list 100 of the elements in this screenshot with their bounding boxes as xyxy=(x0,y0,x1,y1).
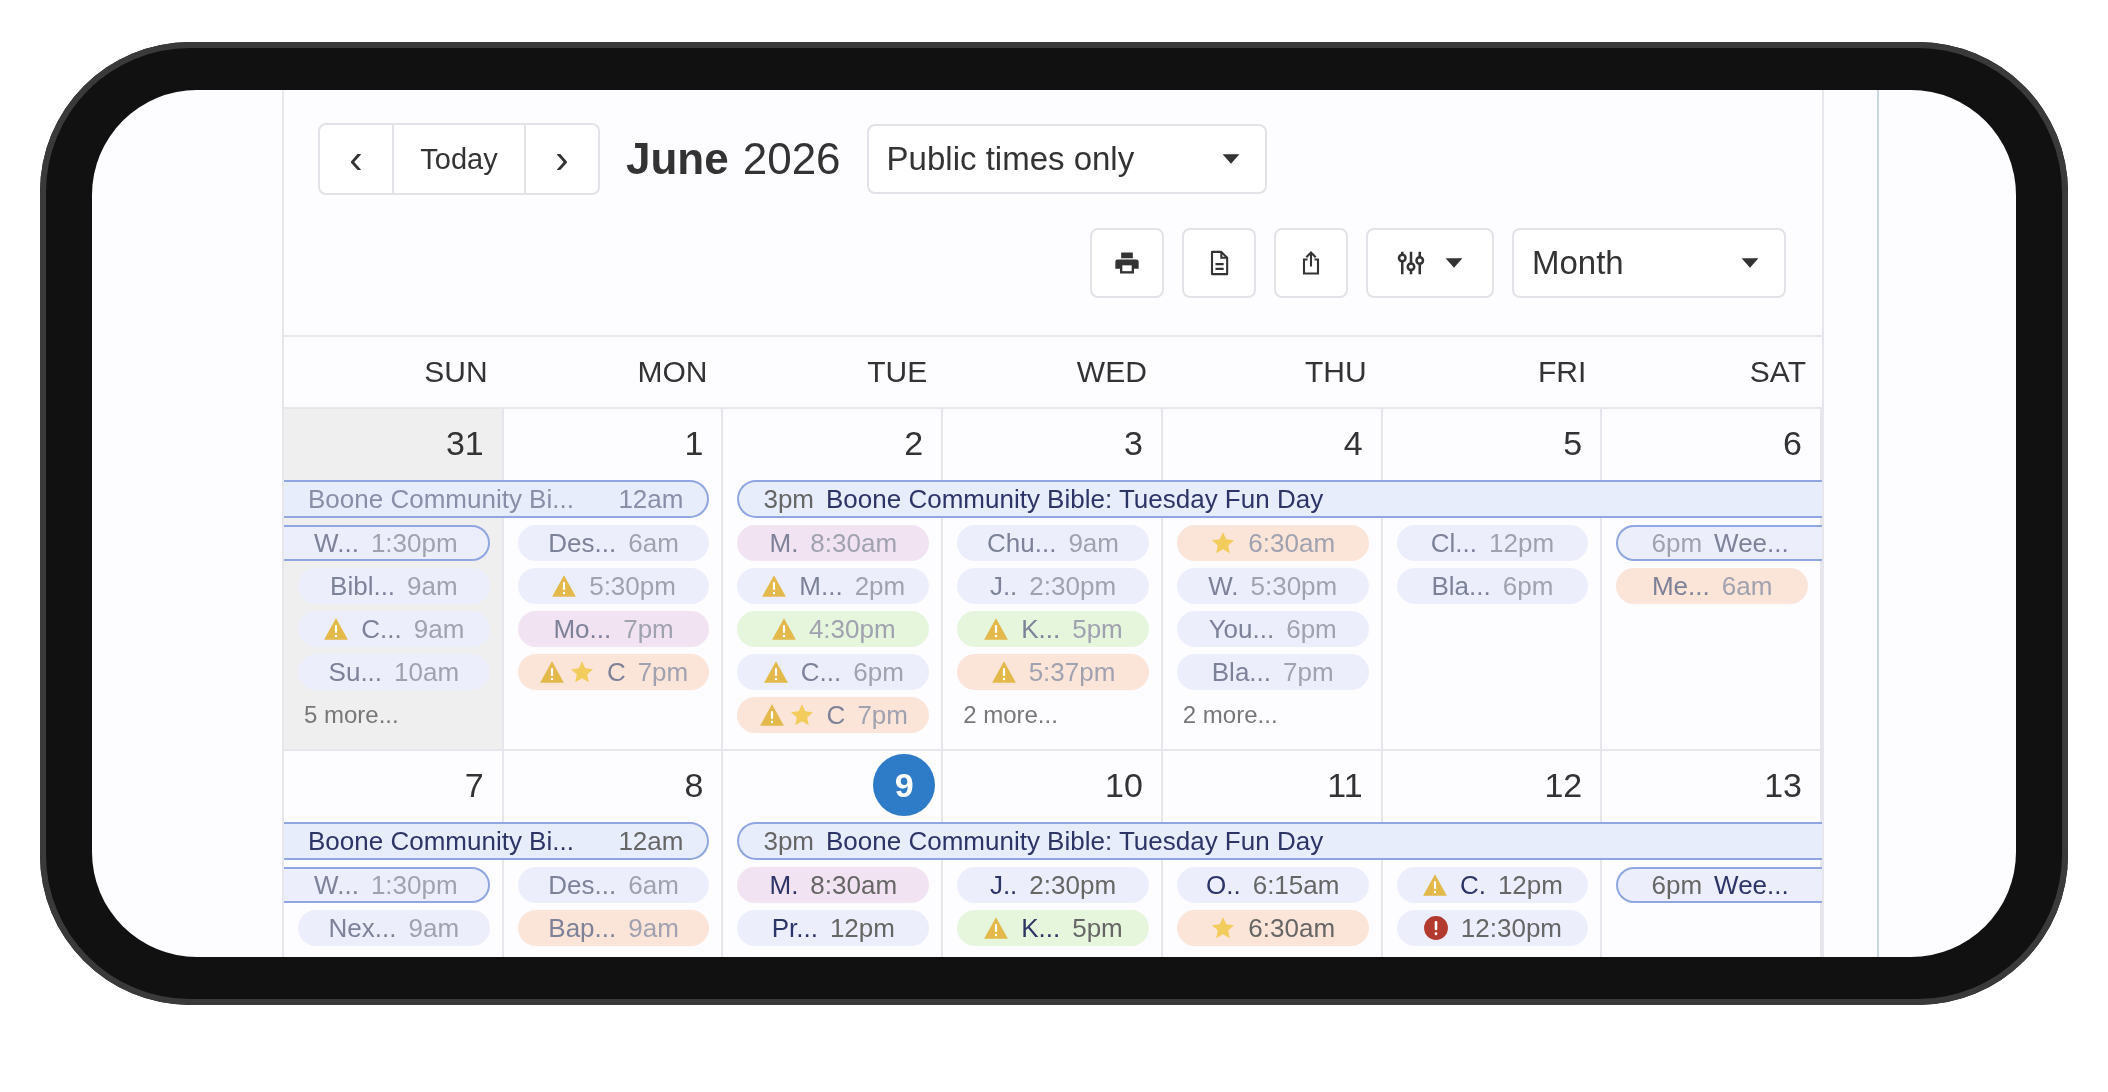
weekday-label: MON xyxy=(637,355,708,389)
print-button[interactable] xyxy=(1090,228,1164,298)
event-title: C. xyxy=(1459,869,1486,901)
more-link[interactable]: 5 more... xyxy=(304,701,399,729)
event-time: 3pm xyxy=(763,825,814,857)
event-chip[interactable]: Me... 6am xyxy=(1616,568,1808,604)
previous-button[interactable]: ‹ xyxy=(320,125,392,193)
event-title: W. xyxy=(1208,570,1239,602)
event-chip[interactable]: Su... 10am xyxy=(298,654,490,690)
event-title: Boone Community Bible: Tuesday Fun Day xyxy=(826,825,1324,857)
event-time: 1:30pm xyxy=(370,869,458,901)
day-number[interactable]: 13 xyxy=(1764,765,1802,805)
event-chip[interactable]: W... 1:30pm xyxy=(284,867,490,903)
event-title: C... xyxy=(800,656,842,688)
visibility-dropdown[interactable]: Public times only xyxy=(866,124,1267,194)
day-number[interactable]: 6 xyxy=(1783,423,1802,463)
event-chip[interactable]: C 7pm xyxy=(517,654,710,690)
event-title: M... xyxy=(799,570,843,602)
event-time: 5:30pm xyxy=(1250,570,1338,602)
event-title: M. xyxy=(769,869,799,901)
more-link[interactable]: 2 more... xyxy=(963,701,1058,729)
event-time: 6:30am xyxy=(1248,527,1336,559)
event-chip[interactable]: K... 5pm xyxy=(957,611,1149,647)
settings-dropdown[interactable] xyxy=(1366,228,1494,298)
today-button[interactable]: Today xyxy=(392,125,526,193)
event-chip[interactable]: Nex... 9am xyxy=(298,910,490,946)
event-bar[interactable]: 3pm Boone Community Bible: Tuesday Fun Day xyxy=(737,480,1822,518)
event-chip[interactable]: Des... 6am xyxy=(517,525,710,561)
day-number[interactable]: 11 xyxy=(1327,765,1363,805)
event-title: M. xyxy=(769,527,799,559)
event-chip[interactable]: Des... 6am xyxy=(517,867,710,903)
event-bar[interactable]: Boone Community Bi... 12am xyxy=(284,480,710,518)
event-title: Nex... xyxy=(328,912,397,944)
event-chip[interactable]: 4:30pm xyxy=(737,611,930,647)
event-chip[interactable]: K... 5pm xyxy=(957,910,1149,946)
event-chip[interactable]: W. 5:30pm xyxy=(1176,568,1369,604)
event-time: 2pm xyxy=(854,570,906,602)
event-time: 1:30pm xyxy=(370,527,458,559)
event-time: 5pm xyxy=(1072,912,1123,944)
day-number[interactable]: 3 xyxy=(1123,423,1143,463)
event-chip[interactable]: M... 2pm xyxy=(737,568,930,604)
event-chip[interactable]: Cl... 12pm xyxy=(1396,525,1589,561)
event-chip[interactable]: 6pm Wee... xyxy=(1616,525,1822,561)
weekday-label: TUE xyxy=(867,355,928,389)
event-time: 9am xyxy=(628,912,679,944)
month-title: June xyxy=(626,134,729,184)
event-chip[interactable]: You... 6pm xyxy=(1176,611,1369,647)
event-chip[interactable]: Mo... 7pm xyxy=(517,611,710,647)
day-number[interactable]: 12 xyxy=(1544,765,1583,805)
event-time: 5pm xyxy=(1072,613,1123,645)
view-dropdown[interactable]: Month xyxy=(1512,228,1786,298)
event-chip[interactable]: Pr... 12pm xyxy=(737,910,930,946)
day-number[interactable]: 9 xyxy=(873,754,936,816)
event-time: 7pm xyxy=(1283,656,1334,688)
event-chip[interactable]: Bla... 7pm xyxy=(1176,654,1369,690)
event-chip[interactable]: C. 12pm xyxy=(1396,867,1589,903)
event-chip[interactable]: C 7pm xyxy=(737,697,930,733)
event-chip[interactable]: 6:30am xyxy=(1176,910,1369,946)
event-chip[interactable]: Bap... 9am xyxy=(517,910,710,946)
event-chip[interactable]: M. 8:30am xyxy=(737,867,930,903)
event-time: 6:30am xyxy=(1248,912,1336,944)
day-number[interactable]: 10 xyxy=(1105,765,1143,805)
event-title: W... xyxy=(314,527,359,559)
day-number[interactable]: 8 xyxy=(684,765,704,805)
event-chip[interactable]: Chu... 9am xyxy=(957,525,1149,561)
event-title: K... xyxy=(1021,912,1061,944)
event-title: C xyxy=(606,656,626,688)
event-chip[interactable]: 12:30pm xyxy=(1396,910,1589,946)
event-chip[interactable]: C... 6pm xyxy=(737,654,930,690)
event-chip[interactable]: J.. 2:30pm xyxy=(957,568,1149,604)
event-time: 4:30pm xyxy=(808,613,896,645)
next-button[interactable]: › xyxy=(526,125,598,193)
caret-icon xyxy=(1444,257,1464,269)
event-chip[interactable]: Bla... 6pm xyxy=(1396,568,1589,604)
more-link[interactable]: 2 more... xyxy=(1182,701,1278,729)
event-chip[interactable]: J.. 2:30pm xyxy=(957,867,1149,903)
event-chip[interactable]: Bibl... 9am xyxy=(298,568,490,604)
caret-icon xyxy=(1740,257,1760,269)
day-number[interactable]: 4 xyxy=(1343,423,1363,463)
event-bar[interactable]: 3pm Boone Community Bible: Tuesday Fun Day xyxy=(737,822,1822,860)
event-title: Wee... xyxy=(1714,527,1789,559)
event-title: K... xyxy=(1021,613,1061,645)
event-chip[interactable]: C... 9am xyxy=(298,611,490,647)
day-number[interactable]: 7 xyxy=(464,765,484,805)
year-title: 2026 xyxy=(742,134,841,184)
event-time: 8:30am xyxy=(810,527,898,559)
event-bar[interactable]: Boone Community Bi... 12am xyxy=(284,822,710,860)
event-chip[interactable]: W... 1:30pm xyxy=(284,525,490,561)
event-chip[interactable]: 5:30pm xyxy=(517,568,710,604)
share-button[interactable] xyxy=(1274,228,1348,298)
day-number[interactable]: 31 xyxy=(445,423,484,463)
event-time: 9am xyxy=(408,912,460,944)
event-chip[interactable]: 6pm Wee... xyxy=(1616,867,1822,903)
event-chip[interactable]: M. 8:30am xyxy=(737,525,930,561)
day-number[interactable]: 2 xyxy=(904,423,924,463)
event-chip[interactable]: O.. 6:15am xyxy=(1176,867,1369,903)
day-number[interactable]: 1 xyxy=(684,423,704,463)
document-button[interactable] xyxy=(1182,228,1256,298)
day-number[interactable]: 5 xyxy=(1563,423,1583,463)
event-time: 5:30pm xyxy=(589,570,676,602)
